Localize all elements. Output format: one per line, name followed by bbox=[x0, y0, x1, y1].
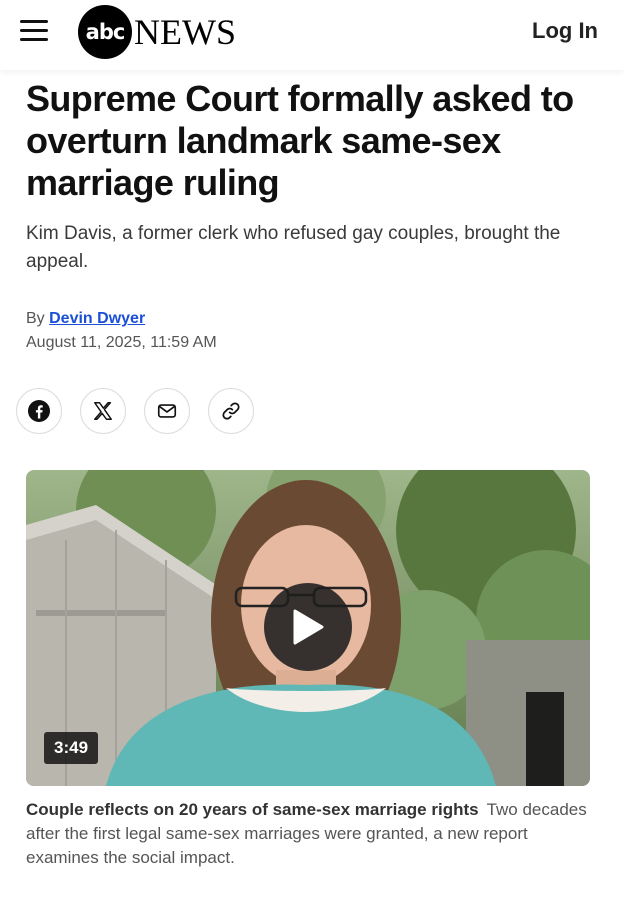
byline-prefix: By bbox=[26, 310, 45, 327]
video-player[interactable]: 3:49 bbox=[26, 470, 590, 786]
news-wordmark: NEWS bbox=[134, 12, 236, 52]
copy-link-button[interactable] bbox=[208, 388, 254, 434]
facebook-share-button[interactable] bbox=[16, 388, 62, 434]
publish-date: August 11, 2025, 11:59 AM bbox=[26, 334, 217, 351]
login-button[interactable]: Log In bbox=[532, 18, 598, 44]
play-button[interactable] bbox=[264, 583, 352, 671]
top-bar: abc NEWS Log In bbox=[0, 0, 624, 70]
link-icon bbox=[222, 402, 240, 420]
facebook-icon bbox=[28, 400, 50, 422]
article-headline: Supreme Court formally asked to overturn… bbox=[26, 78, 574, 203]
email-icon bbox=[157, 404, 177, 418]
video-caption-title: Couple reflects on 20 years of same-sex … bbox=[26, 800, 479, 819]
x-icon bbox=[94, 402, 112, 420]
article-subhead: Kim Davis, a former clerk who refused ga… bbox=[26, 223, 561, 272]
x-share-button[interactable] bbox=[80, 388, 126, 434]
play-icon bbox=[293, 609, 324, 645]
byline: By Devin Dwyer bbox=[26, 310, 145, 328]
hamburger-menu-icon[interactable] bbox=[20, 20, 50, 44]
video-caption: Couple reflects on 20 years of same-sex … bbox=[26, 798, 596, 870]
abc-logo-mark: abc bbox=[78, 5, 132, 59]
video-duration-badge: 3:49 bbox=[44, 732, 99, 764]
share-bar bbox=[16, 388, 272, 434]
email-share-button[interactable] bbox=[144, 388, 190, 434]
author-link[interactable]: Devin Dwyer bbox=[49, 310, 145, 327]
abc-news-logo[interactable]: abc NEWS bbox=[78, 5, 236, 59]
